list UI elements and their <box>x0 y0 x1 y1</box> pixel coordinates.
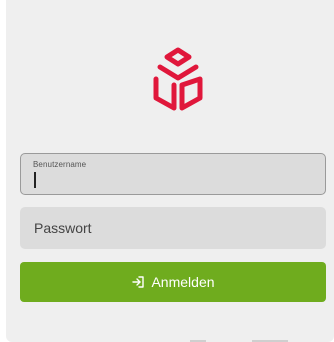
login-button-label: Anmelden <box>151 274 215 290</box>
box-logo-icon <box>153 47 203 111</box>
password-placeholder: Passwort <box>34 220 92 236</box>
login-card: Benutzername Passwort Anmelden <box>6 0 334 342</box>
login-arrow-icon <box>131 275 145 289</box>
login-button[interactable]: Anmelden <box>20 262 326 302</box>
username-field[interactable]: Benutzername <box>20 153 326 195</box>
username-input[interactable] <box>33 171 313 189</box>
username-label: Benutzername <box>33 160 87 169</box>
password-field[interactable]: Passwort <box>20 207 326 249</box>
